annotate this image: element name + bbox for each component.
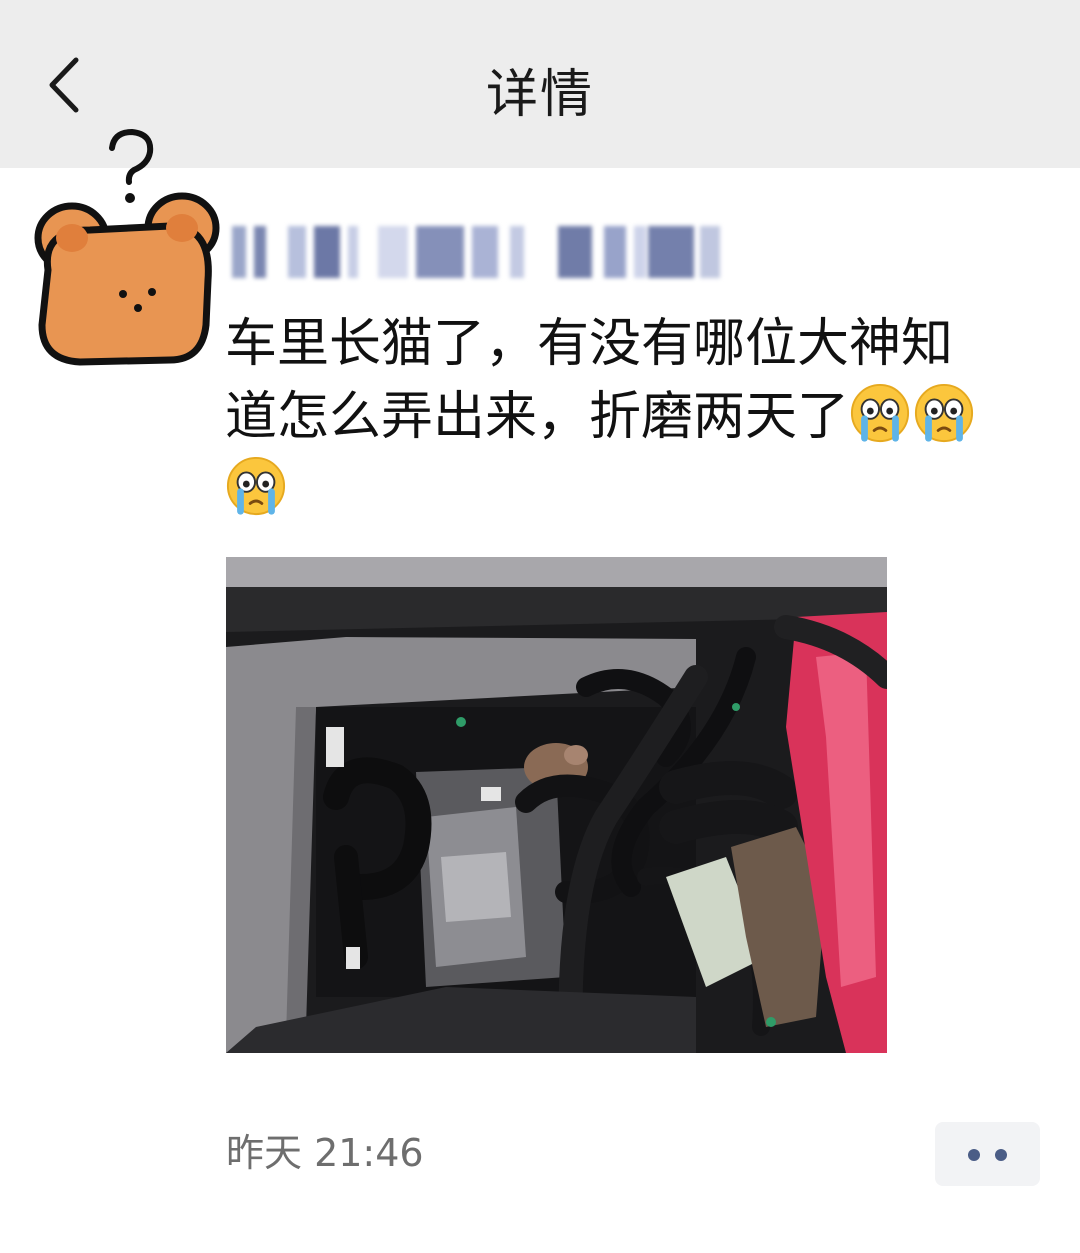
post-text-line: 车里长猫了，有没有哪位大神知 [225,314,954,374]
crying-face-emoji-icon [850,383,910,443]
page-title: 详情 [485,65,594,125]
moments-detail-page: 详情 车里长猫了，有没有哪位大神知 道怎么弄出来，折磨两天了 昨天 21:46 [0,0,1080,1253]
bear-avatar-icon [34,128,220,366]
post-text-segment: 道怎么弄出来，折磨两天了 [225,387,850,447]
dot-icon [995,1149,1007,1161]
post-timestamp: 昨天 21:46 [226,1131,424,1175]
post-photo[interactable] [226,557,887,1053]
crying-face-emoji-icon [226,456,286,516]
post-text-line-3 [225,454,1045,527]
dot-icon [968,1149,980,1161]
car-engine-bay-photo-icon [226,557,887,1053]
post-text-line-2: 道怎么弄出来，折磨两天了 [225,381,1045,454]
crying-face-emoji-icon [914,383,974,443]
post-content: 车里长猫了，有没有哪位大神知 道怎么弄出来，折磨两天了 [225,308,1045,527]
avatar[interactable] [30,120,220,370]
more-actions-button[interactable] [935,1122,1040,1186]
author-name-blurred[interactable] [228,226,728,278]
